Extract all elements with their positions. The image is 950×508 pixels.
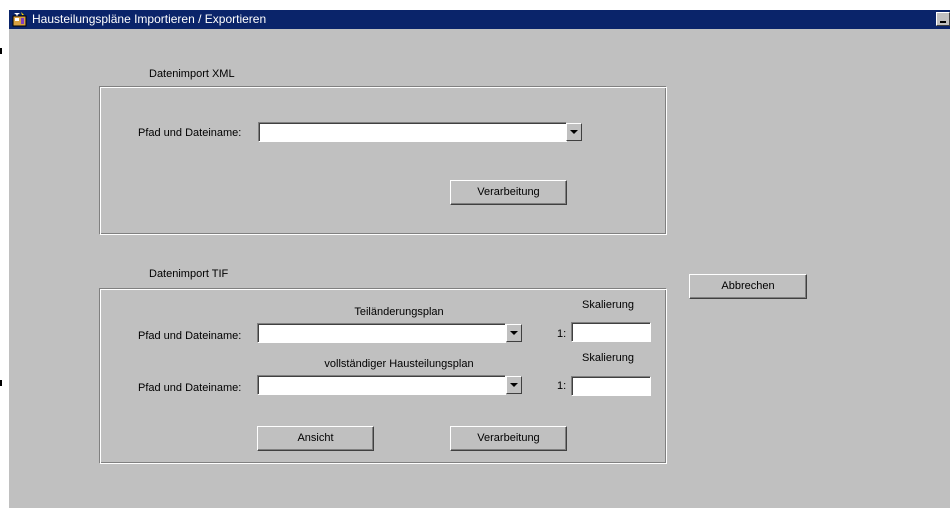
full-scale-prefix: 1:: [557, 380, 567, 392]
window-edge-mark: [0, 48, 2, 54]
xml-path-input[interactable]: [258, 122, 567, 142]
partial-path-label: Pfad und Dateiname:: [138, 330, 242, 342]
partial-plan-dropdown-button[interactable]: [506, 324, 522, 342]
full-plan-path-input[interactable]: [257, 375, 506, 395]
tif-section-label: Datenimport TIF: [149, 268, 229, 280]
full-plan-heading: vollständiger Hausteilungsplan: [324, 358, 474, 370]
view-button[interactable]: Ansicht: [257, 426, 374, 451]
tif-process-button[interactable]: Verarbeitung: [450, 426, 567, 451]
full-plan-dropdown-button[interactable]: [506, 376, 522, 394]
dialog-window: Hausteilungspläne Importieren / Exportie…: [9, 10, 950, 508]
minimize-button[interactable]: [936, 12, 950, 26]
xml-path-dropdown-button[interactable]: [566, 123, 582, 141]
full-scale-input[interactable]: [571, 376, 651, 396]
partial-scale-prefix: 1:: [557, 328, 567, 340]
title-bar[interactable]: Hausteilungspläne Importieren / Exportie…: [9, 10, 950, 29]
partial-plan-path-input[interactable]: [257, 323, 506, 343]
partial-scale-heading: Skalierung: [582, 299, 634, 311]
xml-import-group: [99, 86, 667, 235]
xml-process-button[interactable]: Verarbeitung: [450, 180, 567, 205]
xml-section-label: Datenimport XML: [149, 68, 235, 80]
window-edge-mark: [0, 380, 2, 386]
partial-scale-input[interactable]: [571, 322, 651, 342]
xml-path-label: Pfad und Dateiname:: [138, 127, 242, 139]
partial-plan-heading: Teiländerungsplan: [354, 306, 444, 318]
full-path-label: Pfad und Dateiname:: [138, 382, 242, 394]
full-scale-heading: Skalierung: [582, 352, 634, 364]
window-title: Hausteilungspläne Importieren / Exportie…: [32, 12, 267, 26]
cancel-button[interactable]: Abbrechen: [689, 274, 807, 299]
app-window-icon: [12, 12, 28, 27]
